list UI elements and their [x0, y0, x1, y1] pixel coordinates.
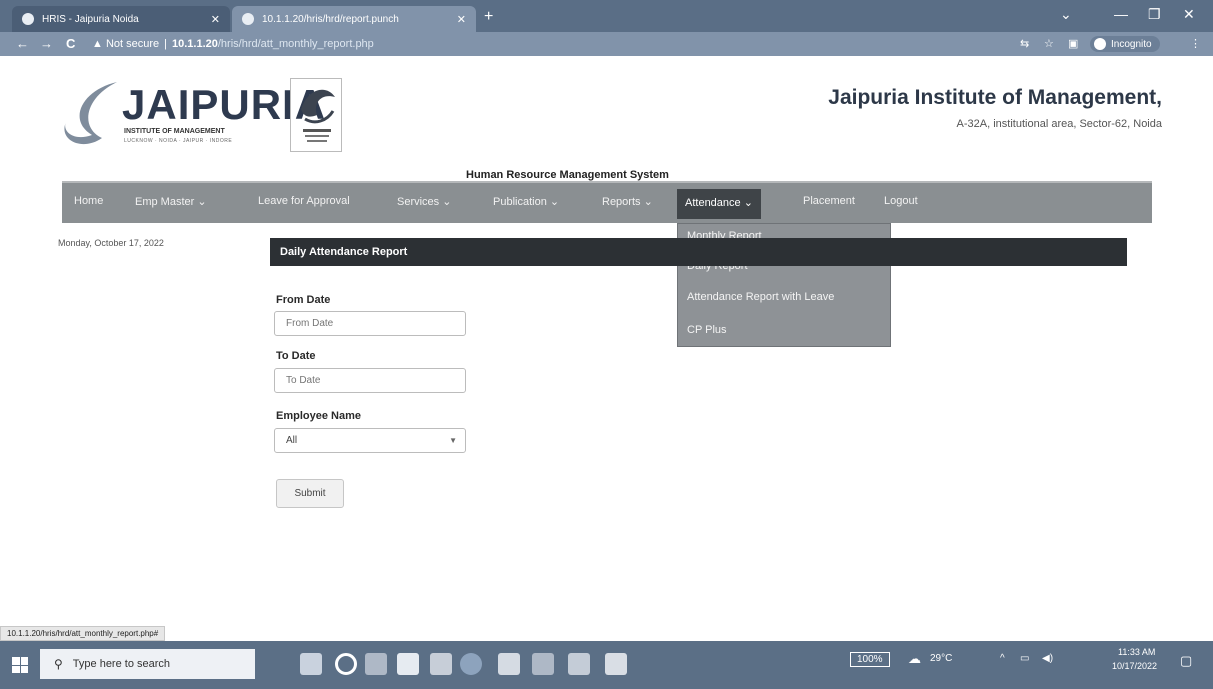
nav-attendance[interactable]: Attendance ⌄ — [677, 189, 761, 219]
app-icon[interactable] — [605, 653, 627, 675]
folder-icon[interactable] — [430, 653, 452, 675]
report-header-bar: Daily Attendance Report — [270, 238, 1127, 266]
browser-menu-button[interactable]: ⋮ — [1190, 37, 1201, 50]
submit-button[interactable]: Submit — [276, 479, 344, 508]
logo-swoosh-icon — [64, 82, 117, 145]
nav-logout[interactable]: Logout — [884, 195, 918, 207]
employee-name-label: Employee Name — [276, 410, 361, 422]
taskbar-search-input[interactable]: ⚲ Type here to search — [40, 649, 255, 679]
widgets-icon[interactable] — [300, 653, 322, 675]
windows-start-icon[interactable] — [12, 657, 28, 673]
tab-title: 10.1.1.20/hris/hrd/report.punch — [262, 13, 399, 25]
report-title: Daily Attendance Report — [280, 246, 408, 258]
url-separator: | — [164, 38, 167, 50]
url-host: 10.1.1.20 — [172, 38, 218, 50]
url-field[interactable]: ▲ Not secure | 10.1.1.20 /hris/hrd/att_m… — [92, 35, 992, 53]
logo-campuses: LUCKNOW · NOIDA · JAIPUR · INDORE — [124, 138, 233, 144]
url-path: /hris/hrd/att_monthly_report.php — [217, 38, 374, 50]
nav-home[interactable]: Home — [74, 195, 103, 207]
logo-subtitle: INSTITUTE OF MANAGEMENT — [124, 128, 225, 135]
institute-name: Jaipuria Institute of Management, — [828, 86, 1162, 109]
clock-time[interactable]: 11:33 AM — [1118, 647, 1155, 657]
system-title: Human Resource Management System — [466, 169, 669, 181]
browser-address-bar: ← → C ▲ Not secure | 10.1.1.20 /hris/hrd… — [0, 32, 1213, 56]
emblem-logo-icon — [290, 78, 342, 152]
from-date-label: From Date — [276, 294, 331, 306]
clock-date[interactable]: 10/17/2022 — [1112, 661, 1157, 671]
app-icon[interactable] — [498, 653, 520, 675]
task-view-icon[interactable] — [365, 653, 387, 675]
institute-address: A-32A, institutional area, Sector-62, No… — [956, 118, 1162, 130]
battery-indicator[interactable]: 100% — [850, 652, 890, 667]
from-date-input[interactable] — [274, 311, 466, 336]
close-window-button[interactable]: ✕ — [1183, 6, 1195, 23]
minimize-button[interactable]: — — [1114, 6, 1128, 22]
browser-tab-report[interactable]: 10.1.1.20/hris/hrd/report.punch ✕ — [232, 6, 476, 32]
nav-publication[interactable]: Publication ⌄ — [493, 195, 559, 208]
close-icon[interactable]: ✕ — [211, 13, 220, 26]
tray-chevron-icon[interactable]: ^ — [1000, 653, 1005, 664]
nav-emp-master[interactable]: Emp Master ⌄ — [135, 195, 207, 208]
tab-search-icon[interactable]: ⌄ — [1060, 6, 1072, 23]
new-tab-button[interactable]: + — [484, 8, 493, 26]
browser-tab-hris[interactable]: HRIS - Jaipuria Noida ✕ — [12, 6, 230, 32]
to-date-input[interactable] — [274, 368, 466, 393]
notification-icon[interactable]: ▢ — [1180, 653, 1192, 669]
security-warning[interactable]: ▲ Not secure — [92, 38, 159, 50]
back-button[interactable]: ← — [16, 36, 29, 51]
current-date: Monday, October 17, 2022 — [58, 238, 164, 248]
app-icon[interactable] — [532, 653, 554, 675]
main-nav: Home Emp Master ⌄ Leave for Approval Ser… — [62, 181, 1152, 223]
star-icon[interactable]: ☆ — [1044, 37, 1054, 50]
incognito-badge[interactable]: Incognito — [1090, 36, 1160, 52]
taskbar-search-placeholder: Type here to search — [72, 658, 171, 670]
sidebar-icon[interactable]: ▣ — [1068, 37, 1078, 50]
menu-cp-plus[interactable]: CP Plus — [687, 324, 727, 336]
incognito-icon — [1094, 38, 1106, 50]
network-icon[interactable]: ▭ — [1020, 653, 1029, 664]
to-date-label: To Date — [276, 350, 316, 362]
chevron-down-icon: ▼ — [449, 436, 457, 445]
restore-button[interactable]: ❐ — [1148, 6, 1161, 23]
forward-button[interactable]: → — [40, 36, 53, 51]
volume-icon[interactable]: ◀) — [1042, 653, 1053, 664]
weather-icon: ☁ — [908, 651, 921, 666]
browser-status-url: 10.1.1.20/hris/hrd/att_monthly_report.ph… — [0, 626, 166, 641]
windows-taskbar: ⚲ Type here to search 100% ☁ 29°C ^ ▭ ◀)… — [0, 641, 1213, 689]
incognito-label: Incognito — [1111, 38, 1152, 50]
search-icon: ⚲ — [54, 657, 63, 671]
nav-placement[interactable]: Placement — [803, 195, 855, 207]
temperature-label[interactable]: 29°C — [930, 653, 952, 664]
reload-button[interactable]: C — [66, 36, 75, 51]
app-icon[interactable] — [397, 653, 419, 675]
excel-icon[interactable] — [568, 653, 590, 675]
employee-selected-value: All — [286, 435, 298, 446]
cortana-icon[interactable] — [335, 653, 357, 675]
browser-tab-bar: HRIS - Jaipuria Noida ✕ 10.1.1.20/hris/h… — [0, 0, 1213, 32]
nav-services[interactable]: Services ⌄ — [397, 195, 451, 208]
translate-icon[interactable]: ⇆ — [1020, 37, 1029, 50]
nav-reports[interactable]: Reports ⌄ — [602, 195, 653, 208]
tab-title: HRIS - Jaipuria Noida — [42, 13, 139, 25]
globe-icon — [22, 13, 34, 25]
chrome-icon[interactable] — [460, 653, 482, 675]
nav-leave-for-approval[interactable]: Leave for Approval — [258, 195, 350, 207]
globe-icon — [242, 13, 254, 25]
close-icon[interactable]: ✕ — [457, 13, 466, 26]
employee-name-select[interactable]: All ▼ — [274, 428, 466, 453]
menu-attendance-with-leave[interactable]: Attendance Report with Leave — [687, 291, 834, 303]
